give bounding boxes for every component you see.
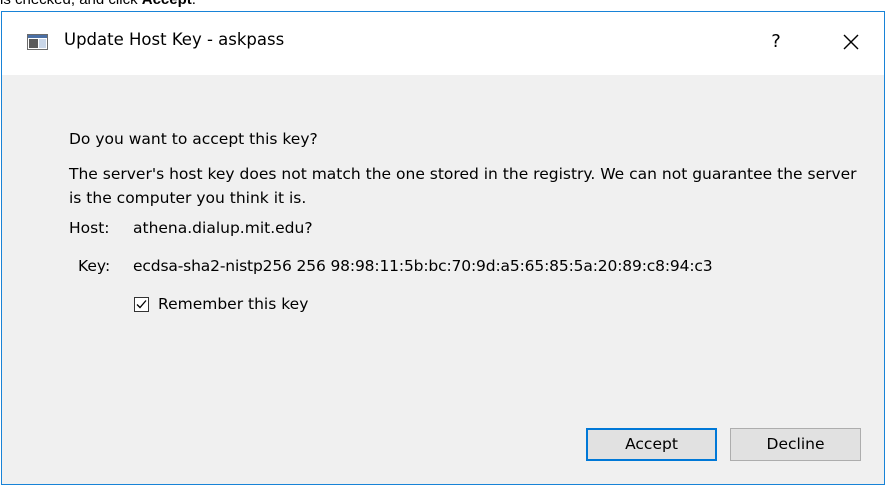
close-icon <box>836 34 866 61</box>
title-bar[interactable]: Update Host Key - askpass ? <box>2 12 884 75</box>
key-fingerprint: ecdsa-sha2-nistp256 256 98:98:11:5b:bc:7… <box>133 257 713 275</box>
checkmark-icon <box>136 299 147 308</box>
help-button[interactable]: ? <box>762 27 790 57</box>
remember-key-label[interactable]: Remember this key <box>158 295 308 313</box>
update-host-key-dialog: Update Host Key - askpass ? Do you want … <box>1 11 885 485</box>
close-button[interactable] <box>836 27 866 57</box>
instruction-prefix: is checked, and click <box>0 0 142 8</box>
remember-key-checkbox[interactable] <box>134 296 149 312</box>
window-app-icon <box>27 34 48 50</box>
key-label: Key: <box>78 257 111 275</box>
instruction-suffix: . <box>192 0 196 8</box>
accept-button[interactable]: Accept <box>586 428 717 461</box>
host-value: athena.dialup.mit.edu? <box>133 219 313 237</box>
message-text: The server's host key does not match the… <box>69 165 857 207</box>
remember-key-checkbox-row[interactable]: Remember this key <box>134 293 308 315</box>
host-label: Host: <box>69 219 110 237</box>
window-title: Update Host Key - askpass <box>64 30 285 49</box>
instruction-bold: Accept <box>142 0 192 8</box>
decline-button[interactable]: Decline <box>730 428 861 461</box>
dialog-content: Do you want to accept this key? The serv… <box>2 75 884 484</box>
page: is checked, and click Accept. Update Hos… <box>0 0 891 487</box>
question-text: Do you want to accept this key? <box>69 130 318 148</box>
instruction-text: is checked, and click Accept. <box>0 0 196 8</box>
